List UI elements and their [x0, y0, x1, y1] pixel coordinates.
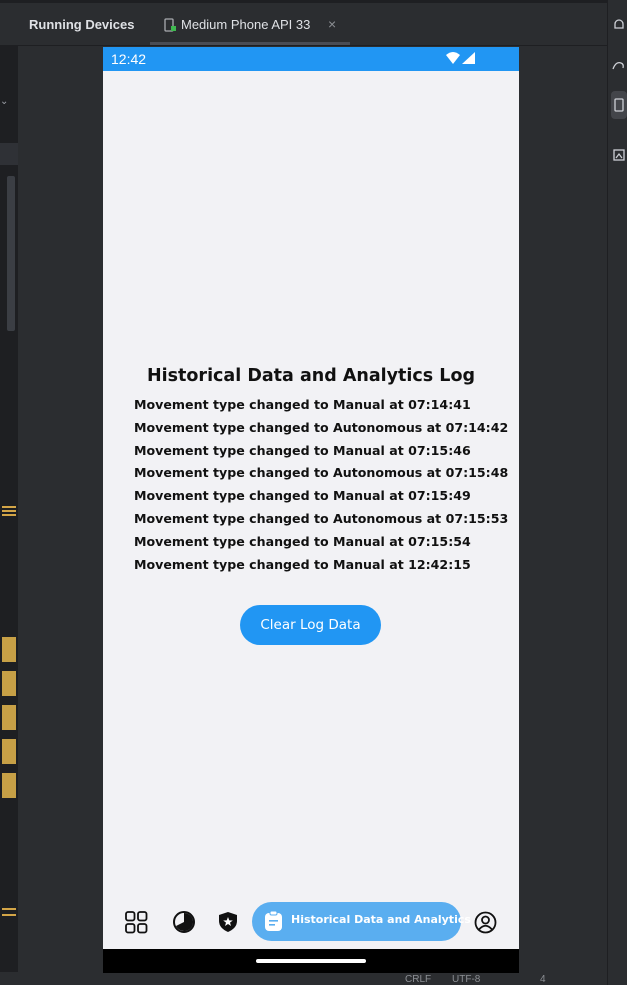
encoding-status[interactable]: UTF-8 — [452, 974, 480, 985]
nav-item-historical-data[interactable]: Historical Data and Analytics — [252, 902, 471, 941]
line-separator-status[interactable]: CRLF — [405, 974, 431, 985]
ide-tool-window-header: Running Devices Medium Phone API 33 × — [0, 0, 607, 46]
nav-item-dashboard[interactable] — [123, 895, 150, 949]
tool-window-title: Running Devices — [29, 17, 135, 32]
marker-line — [2, 514, 16, 516]
bottom-navigation: Historical Data and Analytics — [103, 895, 519, 949]
layout-inspector-icon[interactable] — [612, 148, 626, 162]
log-entry: Movement type changed to Manual at 07:15… — [134, 442, 471, 458]
marker-block[interactable] — [2, 705, 16, 730]
user-circle-icon — [474, 911, 496, 933]
home-gesture-pill[interactable] — [256, 959, 366, 963]
marker-line — [2, 510, 16, 512]
nav-item-security[interactable] — [216, 895, 240, 949]
status-clock: 12:42 — [111, 51, 147, 67]
wifi-icon — [446, 52, 460, 64]
marker-block[interactable] — [2, 637, 16, 662]
log-entry: Movement type changed to Autonomous at 0… — [134, 465, 509, 481]
ide-status-bar: CRLF UTF-8 4 — [0, 972, 607, 985]
log-entry: Movement type changed to Manual at 12:42… — [134, 556, 471, 572]
marker-line — [2, 506, 16, 508]
ide-top-divider — [0, 0, 607, 3]
device-tab-label: Medium Phone API 33 — [181, 17, 311, 32]
device-tab[interactable]: Medium Phone API 33 × — [150, 8, 350, 45]
gradle-icon[interactable] — [612, 58, 626, 72]
clear-log-button[interactable]: Clear Log Data — [240, 605, 381, 645]
gesture-bar — [103, 949, 519, 973]
grid-icon — [125, 910, 148, 933]
bell-icon[interactable] — [612, 18, 626, 32]
ide-right-toolbar — [607, 0, 627, 985]
active-tab-indicator — [150, 42, 350, 45]
nav-item-profile[interactable] — [473, 895, 497, 949]
phone-status-bar: 12:42 — [103, 47, 519, 71]
marker-line — [2, 908, 16, 910]
log-title: Historical Data and Analytics Log — [146, 366, 475, 386]
shield-star-icon — [219, 912, 237, 932]
nav-item-label: Historical Data and Analytics — [291, 913, 471, 926]
chevron-down-icon[interactable]: ⌄ — [0, 96, 8, 107]
gauge-icon — [172, 911, 195, 933]
indent-status[interactable]: 4 — [540, 974, 546, 985]
log-list: Movement type changed to Manual at 07:14… — [134, 396, 508, 578]
scrollbar[interactable] — [7, 176, 15, 331]
nav-item-speed[interactable] — [170, 895, 197, 949]
marker-block[interactable] — [2, 773, 16, 798]
marker-line — [2, 914, 16, 916]
phone-icon — [614, 98, 624, 112]
marker-block[interactable] — [2, 739, 16, 764]
marker-block[interactable] — [2, 671, 16, 696]
emulator-screen[interactable]: 12:42 Historical Data and Analytics Log … — [103, 47, 519, 973]
ide-left-panel: ⌄ — [0, 46, 18, 985]
signal-icon — [462, 52, 475, 64]
log-entry: Movement type changed to Autonomous at 0… — [134, 419, 509, 435]
clipboard-icon — [265, 911, 282, 931]
log-entry: Movement type changed to Manual at 07:15… — [134, 533, 471, 549]
log-entry: Movement type changed to Autonomous at 0… — [134, 510, 509, 526]
log-entry: Movement type changed to Manual at 07:15… — [134, 488, 471, 504]
panel-row — [0, 143, 18, 165]
log-entry: Movement type changed to Manual at 07:14… — [134, 397, 471, 412]
device-icon — [164, 18, 176, 32]
close-icon[interactable]: × — [328, 16, 336, 32]
